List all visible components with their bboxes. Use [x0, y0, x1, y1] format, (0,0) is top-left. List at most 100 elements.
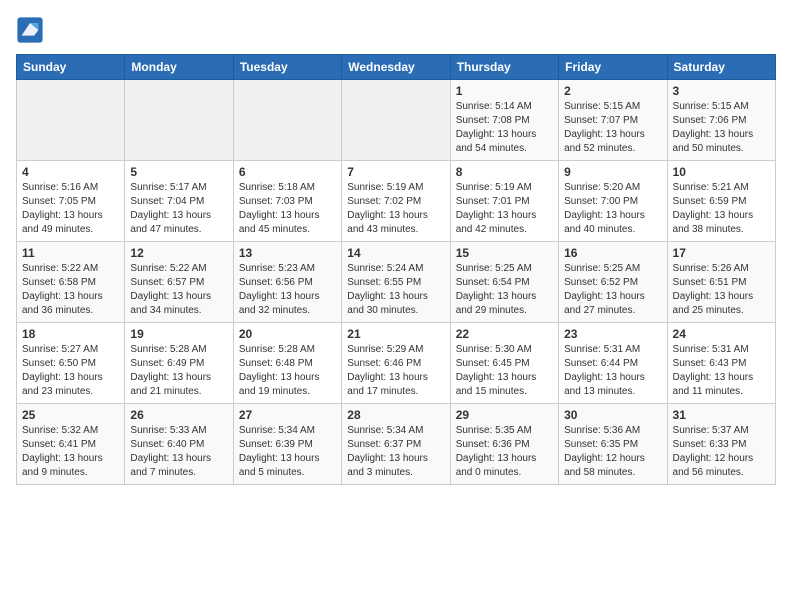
- day-number: 5: [130, 165, 227, 179]
- day-number: 6: [239, 165, 336, 179]
- day-info: Sunrise: 5:30 AM Sunset: 6:45 PM Dayligh…: [456, 343, 553, 399]
- day-info: Sunrise: 5:24 AM Sunset: 6:55 PM Dayligh…: [347, 262, 444, 318]
- day-info: Sunrise: 5:15 AM Sunset: 7:07 PM Dayligh…: [564, 100, 661, 156]
- day-info: Sunrise: 5:37 AM Sunset: 6:33 PM Dayligh…: [673, 424, 770, 480]
- day-info: Sunrise: 5:36 AM Sunset: 6:35 PM Dayligh…: [564, 424, 661, 480]
- calendar-header-row: SundayMondayTuesdayWednesdayThursdayFrid…: [17, 55, 776, 80]
- day-header-friday: Friday: [559, 55, 667, 80]
- calendar-cell: 9 Sunrise: 5:20 AM Sunset: 7:00 PM Daylig…: [559, 161, 667, 242]
- calendar-cell: 11 Sunrise: 5:22 AM Sunset: 6:58 PM Dayli…: [17, 242, 125, 323]
- day-info: Sunrise: 5:25 AM Sunset: 6:52 PM Dayligh…: [564, 262, 661, 318]
- day-header-wednesday: Wednesday: [342, 55, 450, 80]
- day-number: 2: [564, 84, 661, 98]
- calendar-cell: 7 Sunrise: 5:19 AM Sunset: 7:02 PM Daylig…: [342, 161, 450, 242]
- day-number: 22: [456, 327, 553, 341]
- day-info: Sunrise: 5:20 AM Sunset: 7:00 PM Dayligh…: [564, 181, 661, 237]
- day-number: 13: [239, 246, 336, 260]
- day-info: Sunrise: 5:29 AM Sunset: 6:46 PM Dayligh…: [347, 343, 444, 399]
- day-header-monday: Monday: [125, 55, 233, 80]
- day-number: 24: [673, 327, 770, 341]
- day-info: Sunrise: 5:34 AM Sunset: 6:39 PM Dayligh…: [239, 424, 336, 480]
- calendar-cell: 22 Sunrise: 5:30 AM Sunset: 6:45 PM Dayli…: [450, 323, 558, 404]
- day-info: Sunrise: 5:34 AM Sunset: 6:37 PM Dayligh…: [347, 424, 444, 480]
- day-number: 31: [673, 408, 770, 422]
- page-header: [16, 16, 776, 44]
- calendar-cell: [233, 80, 341, 161]
- calendar-cell: 19Sunrise: 5:28 AM Sunset: 6:49 PM Dayli…: [125, 323, 233, 404]
- calendar-cell: 13 Sunrise: 5:23 AM Sunset: 6:56 PM Dayli…: [233, 242, 341, 323]
- day-number: 8: [456, 165, 553, 179]
- calendar-cell: 17 Sunrise: 5:26 AM Sunset: 6:51 PM Dayli…: [667, 242, 775, 323]
- day-number: 4: [22, 165, 119, 179]
- calendar-cell: 29 Sunrise: 5:35 AM Sunset: 6:36 PM Dayli…: [450, 404, 558, 485]
- day-info: Sunrise: 5:25 AM Sunset: 6:54 PM Dayligh…: [456, 262, 553, 318]
- calendar-week-4: 18Sunrise: 5:27 AM Sunset: 6:50 PM Dayli…: [17, 323, 776, 404]
- day-info: Sunrise: 5:26 AM Sunset: 6:51 PM Dayligh…: [673, 262, 770, 318]
- calendar-cell: 1 Sunrise: 5:14 AM Sunset: 7:08 PM Daylig…: [450, 80, 558, 161]
- day-number: 26: [130, 408, 227, 422]
- calendar-cell: 25Sunrise: 5:32 AM Sunset: 6:41 PM Dayli…: [17, 404, 125, 485]
- calendar-week-5: 25Sunrise: 5:32 AM Sunset: 6:41 PM Dayli…: [17, 404, 776, 485]
- calendar-cell: 15Sunrise: 5:25 AM Sunset: 6:54 PM Dayli…: [450, 242, 558, 323]
- day-info: Sunrise: 5:23 AM Sunset: 6:56 PM Dayligh…: [239, 262, 336, 318]
- calendar-cell: 23 Sunrise: 5:31 AM Sunset: 6:44 PM Dayli…: [559, 323, 667, 404]
- day-info: Sunrise: 5:31 AM Sunset: 6:44 PM Dayligh…: [564, 343, 661, 399]
- logo-icon: [16, 16, 44, 44]
- day-number: 30: [564, 408, 661, 422]
- day-number: 28: [347, 408, 444, 422]
- calendar-cell: 21Sunrise: 5:29 AM Sunset: 6:46 PM Dayli…: [342, 323, 450, 404]
- day-info: Sunrise: 5:22 AM Sunset: 6:57 PM Dayligh…: [130, 262, 227, 318]
- calendar-cell: 3 Sunrise: 5:15 AM Sunset: 7:06 PM Daylig…: [667, 80, 775, 161]
- calendar-cell: 31 Sunrise: 5:37 AM Sunset: 6:33 PM Dayli…: [667, 404, 775, 485]
- day-number: 20: [239, 327, 336, 341]
- day-info: Sunrise: 5:35 AM Sunset: 6:36 PM Dayligh…: [456, 424, 553, 480]
- day-number: 16: [564, 246, 661, 260]
- day-info: Sunrise: 5:28 AM Sunset: 6:48 PM Dayligh…: [239, 343, 336, 399]
- day-info: Sunrise: 5:19 AM Sunset: 7:01 PM Dayligh…: [456, 181, 553, 237]
- calendar-week-2: 4 Sunrise: 5:16 AM Sunset: 7:05 PM Daylig…: [17, 161, 776, 242]
- calendar-cell: 20 Sunrise: 5:28 AM Sunset: 6:48 PM Dayli…: [233, 323, 341, 404]
- calendar-cell: 28 Sunrise: 5:34 AM Sunset: 6:37 PM Dayli…: [342, 404, 450, 485]
- calendar-cell: 12Sunrise: 5:22 AM Sunset: 6:57 PM Dayli…: [125, 242, 233, 323]
- day-number: 9: [564, 165, 661, 179]
- day-info: Sunrise: 5:15 AM Sunset: 7:06 PM Dayligh…: [673, 100, 770, 156]
- day-info: Sunrise: 5:33 AM Sunset: 6:40 PM Dayligh…: [130, 424, 227, 480]
- calendar-week-1: 1 Sunrise: 5:14 AM Sunset: 7:08 PM Daylig…: [17, 80, 776, 161]
- day-number: 29: [456, 408, 553, 422]
- day-header-saturday: Saturday: [667, 55, 775, 80]
- day-number: 7: [347, 165, 444, 179]
- calendar-cell: 2 Sunrise: 5:15 AM Sunset: 7:07 PM Daylig…: [559, 80, 667, 161]
- calendar-cell: 14 Sunrise: 5:24 AM Sunset: 6:55 PM Dayli…: [342, 242, 450, 323]
- day-info: Sunrise: 5:17 AM Sunset: 7:04 PM Dayligh…: [130, 181, 227, 237]
- day-number: 1: [456, 84, 553, 98]
- day-number: 17: [673, 246, 770, 260]
- calendar-cell: 8 Sunrise: 5:19 AM Sunset: 7:01 PM Daylig…: [450, 161, 558, 242]
- day-number: 3: [673, 84, 770, 98]
- calendar-cell: 5 Sunrise: 5:17 AM Sunset: 7:04 PM Daylig…: [125, 161, 233, 242]
- day-number: 19: [130, 327, 227, 341]
- day-info: Sunrise: 5:22 AM Sunset: 6:58 PM Dayligh…: [22, 262, 119, 318]
- calendar-cell: 24Sunrise: 5:31 AM Sunset: 6:43 PM Dayli…: [667, 323, 775, 404]
- calendar-cell: 18Sunrise: 5:27 AM Sunset: 6:50 PM Dayli…: [17, 323, 125, 404]
- calendar-cell: 6 Sunrise: 5:18 AM Sunset: 7:03 PM Daylig…: [233, 161, 341, 242]
- day-info: Sunrise: 5:27 AM Sunset: 6:50 PM Dayligh…: [22, 343, 119, 399]
- day-info: Sunrise: 5:16 AM Sunset: 7:05 PM Dayligh…: [22, 181, 119, 237]
- day-info: Sunrise: 5:18 AM Sunset: 7:03 PM Dayligh…: [239, 181, 336, 237]
- day-header-sunday: Sunday: [17, 55, 125, 80]
- calendar-cell: 30 Sunrise: 5:36 AM Sunset: 6:35 PM Dayli…: [559, 404, 667, 485]
- day-info: Sunrise: 5:19 AM Sunset: 7:02 PM Dayligh…: [347, 181, 444, 237]
- calendar-cell: [125, 80, 233, 161]
- day-number: 23: [564, 327, 661, 341]
- day-info: Sunrise: 5:21 AM Sunset: 6:59 PM Dayligh…: [673, 181, 770, 237]
- calendar-cell: 10Sunrise: 5:21 AM Sunset: 6:59 PM Dayli…: [667, 161, 775, 242]
- calendar-week-3: 11 Sunrise: 5:22 AM Sunset: 6:58 PM Dayli…: [17, 242, 776, 323]
- day-number: 14: [347, 246, 444, 260]
- day-header-tuesday: Tuesday: [233, 55, 341, 80]
- calendar-cell: 16 Sunrise: 5:25 AM Sunset: 6:52 PM Dayli…: [559, 242, 667, 323]
- day-number: 25: [22, 408, 119, 422]
- calendar-cell: [17, 80, 125, 161]
- calendar-cell: 27Sunrise: 5:34 AM Sunset: 6:39 PM Dayli…: [233, 404, 341, 485]
- day-info: Sunrise: 5:14 AM Sunset: 7:08 PM Dayligh…: [456, 100, 553, 156]
- day-number: 11: [22, 246, 119, 260]
- calendar-cell: 4 Sunrise: 5:16 AM Sunset: 7:05 PM Daylig…: [17, 161, 125, 242]
